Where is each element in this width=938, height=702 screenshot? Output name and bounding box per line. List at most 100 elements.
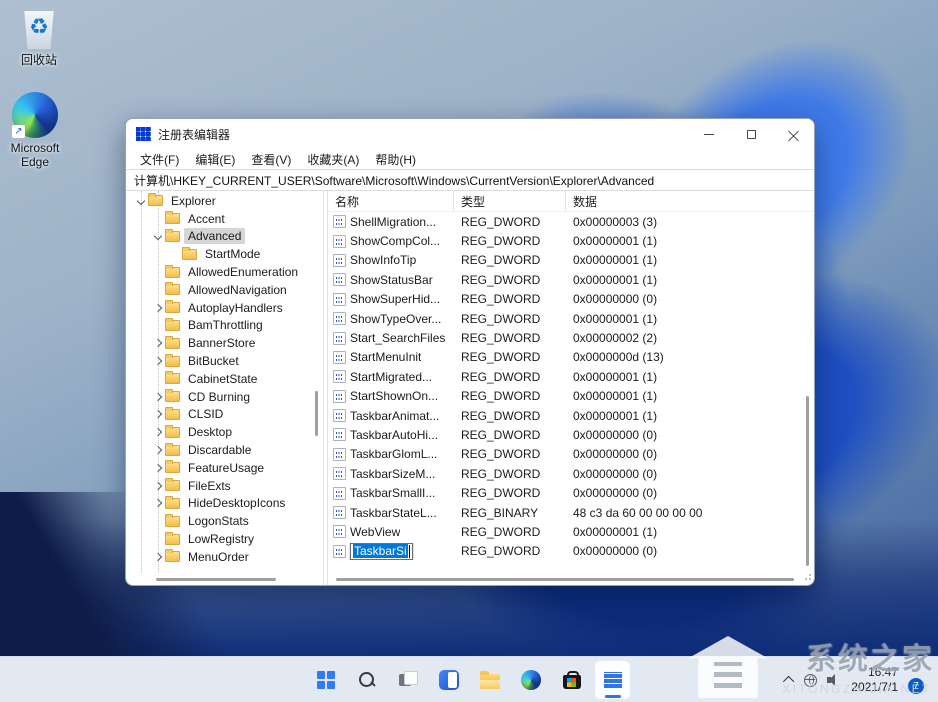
- clock[interactable]: 16:47 2021/7/1: [851, 665, 898, 695]
- tree-expand-icon[interactable]: [152, 233, 164, 239]
- file-explorer-button[interactable]: [471, 660, 508, 700]
- tree-expand-icon[interactable]: [135, 198, 147, 204]
- start-button[interactable]: [307, 660, 344, 700]
- tree-item[interactable]: Advanced: [126, 228, 323, 246]
- registry-value-row[interactable]: TaskbarGlomL...REG_DWORD0x00000000 (0): [328, 445, 814, 464]
- edge-button[interactable]: [512, 660, 549, 700]
- tree-item[interactable]: BannerStore: [126, 334, 323, 352]
- tree-item[interactable]: HideDesktopIcons: [126, 495, 323, 513]
- desktop-icon-label: 回收站: [21, 53, 57, 67]
- task-view-button[interactable]: [389, 660, 426, 700]
- tree-item[interactable]: LowRegistry: [126, 530, 323, 548]
- store-button[interactable]: [553, 660, 590, 700]
- tree-item[interactable]: CD Burning: [126, 388, 323, 406]
- desktop-icon-recycle-bin[interactable]: ♻ 回收站: [4, 6, 74, 67]
- tree-expand-icon[interactable]: [152, 554, 164, 560]
- tree-expand-icon[interactable]: [152, 447, 164, 453]
- value-data: 0x00000001 (1): [566, 370, 814, 384]
- tree-expand-icon[interactable]: [152, 429, 164, 435]
- notification-badge[interactable]: 7: [908, 678, 924, 694]
- tree-item[interactable]: CabinetState: [126, 370, 323, 388]
- registry-value-row[interactable]: StartMigrated...REG_DWORD0x00000001 (1): [328, 367, 814, 386]
- address-bar[interactable]: 计算机\HKEY_CURRENT_USER\Software\Microsoft…: [126, 169, 814, 191]
- tree-item-label: CabinetState: [184, 371, 261, 387]
- value-type: REG_DWORD: [454, 292, 566, 306]
- registry-value-row[interactable]: TaskbarAnimat...REG_DWORD0x00000001 (1): [328, 406, 814, 425]
- tree-item[interactable]: StartMode: [126, 245, 323, 263]
- tree-expand-icon[interactable]: [152, 411, 164, 417]
- menu-item[interactable]: 收藏夹(A): [299, 151, 367, 168]
- tree-item[interactable]: FeatureUsage: [126, 459, 323, 477]
- tree-expand-icon[interactable]: [152, 465, 164, 471]
- tree-item[interactable]: Desktop: [126, 423, 323, 441]
- registry-value-row[interactable]: TaskbarAutoHi...REG_DWORD0x00000000 (0): [328, 425, 814, 444]
- folder-icon: [165, 534, 180, 545]
- tree-item[interactable]: BamThrottling: [126, 317, 323, 335]
- folder-icon: [165, 391, 180, 402]
- edge-icon: ↗: [12, 92, 58, 138]
- menu-item[interactable]: 查看(V): [243, 151, 299, 168]
- search-button[interactable]: [348, 660, 385, 700]
- tree-item-label: StartMode: [201, 246, 264, 262]
- registry-value-row[interactable]: TaskbarSizeM...REG_DWORD0x00000000 (0): [328, 464, 814, 483]
- tree-item[interactable]: Discardable: [126, 441, 323, 459]
- tree-vertical-scrollbar[interactable]: [315, 391, 318, 436]
- registry-value-row[interactable]: ShellMigration...REG_DWORD0x00000003 (3): [328, 212, 814, 231]
- resize-grip[interactable]: [803, 574, 811, 582]
- value-type: REG_DWORD: [454, 273, 566, 287]
- minimize-button[interactable]: [688, 119, 730, 149]
- registry-value-row[interactable]: ShowInfoTipREG_DWORD0x00000001 (1): [328, 251, 814, 270]
- maximize-button[interactable]: [730, 119, 772, 149]
- tree-item[interactable]: LogonStats: [126, 512, 323, 530]
- tree-expand-icon[interactable]: [152, 483, 164, 489]
- tree-expand-icon[interactable]: [152, 358, 164, 364]
- reg-dword-icon: [333, 467, 346, 480]
- value-name-cell: ShellMigration...: [328, 215, 454, 229]
- menu-item[interactable]: 编辑(E): [187, 151, 243, 168]
- value-name-cell: Start_SearchFiles: [328, 331, 454, 345]
- folder-icon: [165, 427, 180, 438]
- list-vertical-scrollbar[interactable]: [806, 396, 809, 566]
- tree-item[interactable]: CLSID: [126, 406, 323, 424]
- tree-item[interactable]: AllowedNavigation: [126, 281, 323, 299]
- rename-edit-box[interactable]: TaskbarSi: [350, 543, 413, 560]
- tree-item[interactable]: Explorer: [126, 192, 323, 210]
- column-header-type[interactable]: 类型: [454, 191, 566, 211]
- tree-item[interactable]: AutoplayHandlers: [126, 299, 323, 317]
- list-horizontal-scrollbar[interactable]: [336, 578, 794, 581]
- tree-expand-icon[interactable]: [152, 394, 164, 400]
- menu-item[interactable]: 帮助(H): [367, 151, 424, 168]
- desktop-icon-microsoft-edge[interactable]: ↗ Microsoft Edge: [0, 92, 70, 169]
- registry-value-row[interactable]: ShowTypeOver...REG_DWORD0x00000001 (1): [328, 309, 814, 328]
- tree-item[interactable]: Accent: [126, 210, 323, 228]
- registry-value-row[interactable]: TaskbarSiREG_DWORD0x00000000 (0): [328, 542, 814, 561]
- tree-item-label: CLSID: [184, 406, 227, 422]
- registry-value-row[interactable]: ShowStatusBarREG_DWORD0x00000001 (1): [328, 270, 814, 289]
- registry-value-row[interactable]: Start_SearchFilesREG_DWORD0x00000002 (2): [328, 328, 814, 347]
- registry-value-row[interactable]: WebViewREG_DWORD0x00000001 (1): [328, 522, 814, 541]
- registry-value-row[interactable]: ShowSuperHid...REG_DWORD0x00000000 (0): [328, 290, 814, 309]
- value-type: REG_DWORD: [454, 525, 566, 539]
- network-icon[interactable]: [804, 674, 817, 687]
- registry-value-row[interactable]: ShowCompCol...REG_DWORD0x00000001 (1): [328, 231, 814, 250]
- widgets-button[interactable]: [430, 660, 467, 700]
- menu-item[interactable]: 文件(F): [132, 151, 187, 168]
- tree-item[interactable]: FileExts: [126, 477, 323, 495]
- registry-value-row[interactable]: StartShownOn...REG_DWORD0x00000001 (1): [328, 387, 814, 406]
- tree-item[interactable]: BitBucket: [126, 352, 323, 370]
- tree-expand-icon[interactable]: [152, 340, 164, 346]
- column-header-data[interactable]: 数据: [566, 191, 814, 211]
- column-header-name[interactable]: 名称: [328, 191, 454, 211]
- tree-item[interactable]: MenuOrder: [126, 548, 323, 566]
- folder-icon: [165, 213, 180, 224]
- regedit-button[interactable]: [594, 660, 631, 700]
- tree-item[interactable]: AllowedEnumeration: [126, 263, 323, 281]
- registry-value-row[interactable]: TaskbarStateL...REG_BINARY48 c3 da 60 00…: [328, 503, 814, 522]
- volume-icon[interactable]: [827, 674, 841, 686]
- tree-expand-icon[interactable]: [152, 305, 164, 311]
- registry-value-row[interactable]: TaskbarSmallI...REG_DWORD0x00000000 (0): [328, 483, 814, 502]
- tree-expand-icon[interactable]: [152, 500, 164, 506]
- tree-horizontal-scrollbar[interactable]: [156, 578, 276, 581]
- close-button[interactable]: [772, 119, 814, 149]
- registry-value-row[interactable]: StartMenuInitREG_DWORD0x0000000d (13): [328, 348, 814, 367]
